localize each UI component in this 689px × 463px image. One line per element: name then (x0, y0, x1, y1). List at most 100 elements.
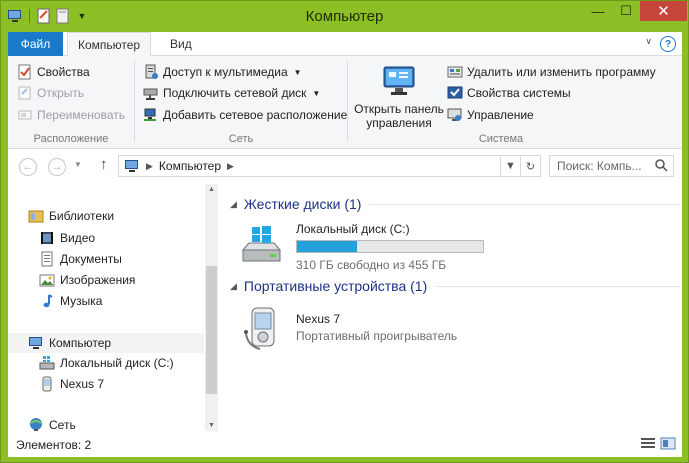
divider (435, 285, 680, 287)
nav-item-music[interactable]: Музыка (39, 293, 102, 309)
ribbon: Свойства Открыть Переименовать Расположе… (8, 56, 682, 149)
help-icon[interactable]: ? (660, 36, 676, 52)
group-label-location: Расположение (33, 133, 109, 145)
address-bar[interactable]: ▶ Компьютер ▶ ▼ ↻ (118, 155, 541, 177)
navigation-pane: Библиотеки Видео Документы Изображения М… (8, 184, 218, 432)
group-system: Открыть панель управления Удалить или из… (348, 56, 656, 149)
search-icon[interactable] (655, 159, 668, 175)
section-portable-devices[interactable]: ◢ Портативные устройства (1) (230, 278, 680, 294)
uninstall-button[interactable]: Удалить или изменить программу (447, 64, 656, 80)
rename-label: Переименовать (37, 108, 125, 122)
explorer-window: ▼ Компьютер — ☐ ✕ Файл Компьютер Вид ∨ ?… (0, 0, 689, 463)
nav-item-documents[interactable]: Документы (39, 251, 122, 267)
refresh-button[interactable]: ↻ (520, 156, 540, 176)
control-panel-button[interactable]: Открыть панель управления (353, 64, 445, 130)
breadcrumb-computer[interactable]: Компьютер (159, 159, 221, 173)
open-label: Открыть (37, 86, 85, 100)
computer-icon (28, 335, 44, 351)
group-location: Свойства Открыть Переименовать Расположе… (8, 56, 134, 149)
tab-computer[interactable]: Компьютер (67, 32, 152, 57)
properties-label: Свойства (37, 65, 90, 79)
control-panel-icon (382, 64, 416, 98)
video-icon (39, 230, 55, 246)
media-server-icon (143, 64, 159, 80)
section-header: Портативные устройства (1) (243, 278, 428, 294)
drive-item[interactable]: Локальный диск (C:) 310 ГБ свободно из 4… (240, 222, 500, 272)
navigation-bar: ← → ▼ ↑ ▶ Компьютер ▶ ▼ ↻ Поиск: Компь..… (8, 149, 682, 184)
system-properties-button[interactable]: Свойства системы (447, 85, 571, 101)
pictures-icon (39, 272, 55, 288)
manage-button[interactable]: Управление (447, 107, 534, 123)
manage-label: Управление (467, 108, 534, 122)
open-button[interactable]: Открыть (17, 85, 84, 101)
nav-item-video[interactable]: Видео (39, 230, 95, 246)
forward-button[interactable]: → (48, 158, 66, 176)
back-button[interactable]: ← (19, 158, 37, 176)
windows-drive-icon (240, 224, 284, 268)
drive-name: Локальный диск (C:) (296, 222, 410, 236)
close-button[interactable]: ✕ (640, 1, 687, 21)
scroll-thumb[interactable] (206, 266, 217, 394)
details-view-icon[interactable] (640, 437, 656, 450)
tab-file[interactable]: Файл (8, 32, 63, 56)
chevron-right-icon[interactable]: ▶ (227, 161, 234, 172)
media-access-label: Доступ к мультимедиа (163, 65, 288, 79)
network-drive-icon (143, 85, 159, 101)
documents-icon (39, 251, 55, 267)
group-label-system: Система (478, 133, 524, 145)
section-header: Жесткие диски (1) (243, 196, 362, 212)
nav-item-libraries[interactable]: Библиотеки (28, 208, 114, 224)
nav-label: Сеть (49, 418, 76, 432)
uninstall-label: Удалить или изменить программу (467, 65, 656, 79)
scroll-down-icon[interactable]: ▼ (205, 422, 218, 429)
group-label-network: Сеть (228, 133, 254, 145)
nav-item-nexus[interactable]: Nexus 7 (39, 376, 104, 392)
media-access-button[interactable]: Доступ к мультимедиа ▼ (143, 64, 302, 80)
up-button[interactable]: ↑ (100, 156, 108, 173)
map-drive-label: Подключить сетевой диск (163, 86, 307, 100)
music-icon (39, 293, 55, 309)
network-location-icon (143, 107, 159, 123)
large-icons-view-icon[interactable] (660, 437, 676, 450)
nav-item-computer[interactable]: Компьютер (8, 333, 204, 353)
address-dropdown-button[interactable]: ▼ (500, 156, 520, 176)
nav-label: Библиотеки (49, 209, 115, 223)
device-item[interactable]: Nexus 7 Портативный проигрыватель (240, 306, 500, 354)
tab-view[interactable]: Вид (160, 32, 202, 56)
collapse-icon[interactable]: ◢ (230, 281, 237, 292)
properties-button[interactable]: Свойства (17, 64, 90, 80)
search-input[interactable]: Поиск: Компь... (549, 155, 674, 177)
rename-button[interactable]: Переименовать (17, 107, 125, 123)
recent-locations-button[interactable]: ▼ (74, 160, 82, 169)
drive-free-space: 310 ГБ свободно из 455 ГБ (296, 258, 447, 272)
manage-icon (447, 107, 463, 123)
nav-scrollbar[interactable]: ▲ ▼ (205, 184, 218, 431)
computer-icon (124, 158, 140, 174)
item-count: Элементов: 2 (16, 438, 92, 452)
properties-check-icon (17, 64, 33, 80)
minimize-button[interactable]: — (584, 1, 612, 21)
nav-label: Локальный диск (C:) (60, 356, 174, 370)
control-panel-label-2: управления (366, 116, 432, 130)
nav-item-pictures[interactable]: Изображения (39, 272, 135, 288)
expand-ribbon-icon[interactable]: ∨ (645, 36, 652, 52)
map-drive-button[interactable]: Подключить сетевой диск ▼ (143, 85, 320, 101)
nav-item-local-disk[interactable]: Локальный диск (C:) (39, 355, 174, 371)
content-pane: ◢ Жесткие диски (1) Локальный диск (C:) (218, 184, 682, 431)
nav-label: Nexus 7 (60, 377, 105, 391)
add-location-button[interactable]: Добавить сетевое расположение (143, 107, 347, 123)
drive-usage-bar (296, 240, 484, 253)
chevron-right-icon[interactable]: ▶ (146, 161, 153, 172)
rename-icon (17, 107, 33, 123)
nav-label: Изображения (60, 273, 136, 287)
device-name: Nexus 7 (296, 312, 341, 326)
windows-drive-icon (39, 355, 55, 371)
collapse-icon[interactable]: ◢ (230, 199, 237, 210)
group-network: Доступ к мультимедиа ▼ Подключить сетевой… (135, 56, 347, 149)
scroll-up-icon[interactable]: ▲ (205, 186, 218, 193)
system-properties-icon (447, 85, 463, 101)
maximize-button[interactable]: ☐ (612, 1, 640, 21)
title-bar: ▼ Компьютер — ☐ ✕ (1, 1, 688, 32)
open-icon (17, 85, 33, 101)
section-hard-drives[interactable]: ◢ Жесткие диски (1) (230, 196, 680, 212)
